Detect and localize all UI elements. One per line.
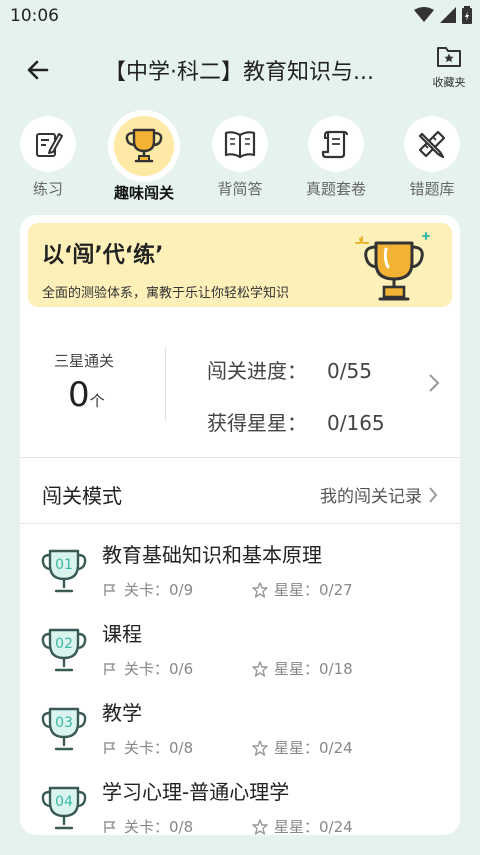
signal-icon — [440, 7, 456, 23]
tab-mistakes[interactable]: 错题库 — [392, 110, 472, 199]
tab-label: 错题库 — [409, 180, 455, 198]
progress-label: 闯关进度： — [207, 359, 307, 383]
challenge-record-link[interactable]: 我的闯关记录 — [320, 482, 438, 507]
chevron-right-icon — [429, 374, 440, 392]
level-name: 课程 — [102, 622, 142, 646]
tab-fun-challenge[interactable]: 趣味闯关 — [104, 110, 184, 203]
pencil-ruler-icon — [404, 116, 460, 172]
three-star-unit: 个 — [89, 392, 105, 410]
level-stars: 星星：0/24 — [252, 737, 353, 758]
level-trophy-icon: 01 — [41, 549, 87, 593]
stars-value: 0/165 — [327, 411, 385, 435]
star-icon — [252, 660, 268, 677]
challenge-card: 以‘闯’代‘练’ 全面的测验体系，寓教于乐让你轻松学知识 三星通关 0个 闯关进… — [20, 215, 460, 835]
tab-recite-answers[interactable]: 背简答 — [200, 110, 280, 199]
pencil-paper-icon — [20, 116, 76, 172]
level-stars: 星星：0/18 — [252, 658, 353, 679]
chevron-right-icon — [429, 486, 438, 503]
stats-divider — [165, 347, 166, 421]
star-icon — [252, 739, 268, 756]
battery-icon — [462, 6, 472, 24]
level-item[interactable]: 01 教育基础知识和基本原理 关卡：0/9 星星：0/27 — [20, 535, 460, 613]
flag-icon — [104, 583, 116, 596]
level-name: 教育基础知识和基本原理 — [102, 543, 322, 567]
level-stars-text: 星星：0/27 — [274, 581, 353, 599]
level-stars: 星星：0/24 — [252, 816, 353, 835]
back-arrow-icon — [27, 60, 49, 80]
divider — [20, 523, 460, 524]
stars-label: 获得星星： — [207, 411, 307, 435]
three-star-count: 0 — [68, 375, 90, 415]
page-title: 【中学·科二】教育知识与... — [104, 60, 374, 85]
level-stages: 关卡：0/8 — [102, 737, 193, 758]
progress-row: 闯关进度： 0/55 — [207, 355, 372, 384]
level-stages: 关卡：0/8 — [102, 816, 193, 835]
level-stages-text: 关卡：0/8 — [124, 739, 194, 757]
level-name: 教学 — [102, 701, 142, 725]
divider — [20, 457, 460, 458]
level-stages: 关卡：0/9 — [102, 579, 193, 600]
progress-value: 0/55 — [327, 359, 372, 383]
stats-panel[interactable]: 三星通关 0个 闯关进度： 0/55 获得星星： 0/165 — [20, 325, 460, 455]
category-tabs: 练习 趣味闯关 背简答 真题套卷 错题库 — [0, 110, 480, 203]
level-stages-text: 关卡：0/8 — [124, 818, 194, 835]
level-stages-text: 关卡：0/9 — [124, 581, 194, 599]
level-name: 学习心理-普通心理学 — [102, 780, 290, 804]
tab-icon-wrapper — [108, 110, 180, 182]
three-star-value: 0个 — [68, 375, 105, 415]
level-trophy-icon: 02 — [41, 628, 87, 672]
tab-practice[interactable]: 练习 — [8, 110, 88, 199]
level-trophy-icon: 04 — [41, 786, 87, 830]
tab-past-papers[interactable]: 真题套卷 — [296, 110, 376, 199]
level-item[interactable]: 03 教学 关卡：0/8 星星：0/24 — [20, 693, 460, 771]
favorites-button[interactable]: 收藏夹 — [426, 44, 472, 96]
favorites-label: 收藏夹 — [432, 76, 466, 89]
scroll-icon — [308, 116, 364, 172]
tab-label: 练习 — [32, 180, 63, 198]
banner-subtitle: 全面的测验体系，寓教于乐让你轻松学知识 — [42, 286, 290, 301]
header: 【中学·科二】教育知识与... 收藏夹 — [0, 40, 480, 100]
tab-label: 真题套卷 — [305, 180, 366, 198]
star-icon — [252, 818, 268, 835]
status-time: 10:06 — [10, 6, 59, 26]
book-icon — [212, 116, 268, 172]
level-item[interactable]: 04 学习心理-普通心理学 关卡：0/8 星星：0/24 — [20, 772, 460, 835]
trophy-illustration-icon — [355, 232, 430, 301]
folder-star-icon — [437, 47, 461, 67]
level-trophy-icon: 03 — [41, 707, 87, 751]
flag-icon — [104, 662, 116, 675]
status-bar: 10:06 — [0, 0, 480, 34]
intro-banner: 以‘闯’代‘练’ 全面的测验体系，寓教于乐让你轻松学知识 — [28, 223, 452, 307]
level-item[interactable]: 02 课程 关卡：0/6 星星：0/18 — [20, 614, 460, 692]
flag-icon — [104, 741, 116, 754]
trophy-icon — [114, 116, 174, 176]
wifi-icon — [414, 7, 434, 22]
mode-title: 闯关模式 — [42, 484, 122, 508]
status-icons — [414, 6, 472, 24]
level-stars-text: 星星：0/24 — [274, 818, 353, 835]
tab-label: 趣味闯关 — [113, 184, 174, 202]
tab-label: 背简答 — [217, 180, 263, 198]
flag-icon — [104, 820, 116, 833]
level-stars-text: 星星：0/18 — [274, 660, 353, 678]
level-number: 02 — [55, 636, 73, 652]
three-star-label: 三星通关 — [54, 352, 115, 370]
level-number: 03 — [55, 715, 73, 731]
level-stages: 关卡：0/6 — [102, 658, 193, 679]
stars-row: 获得星星： 0/165 — [207, 407, 385, 436]
level-stars: 星星：0/27 — [252, 579, 353, 600]
level-number: 04 — [55, 794, 73, 810]
level-stars-text: 星星：0/24 — [274, 739, 353, 757]
star-icon — [252, 581, 268, 598]
banner-title: 以‘闯’代‘练’ — [42, 243, 164, 268]
back-button[interactable] — [20, 52, 56, 88]
challenge-record-label: 我的闯关记录 — [320, 487, 422, 507]
level-stages-text: 关卡：0/6 — [124, 660, 194, 678]
level-number: 01 — [55, 557, 73, 573]
